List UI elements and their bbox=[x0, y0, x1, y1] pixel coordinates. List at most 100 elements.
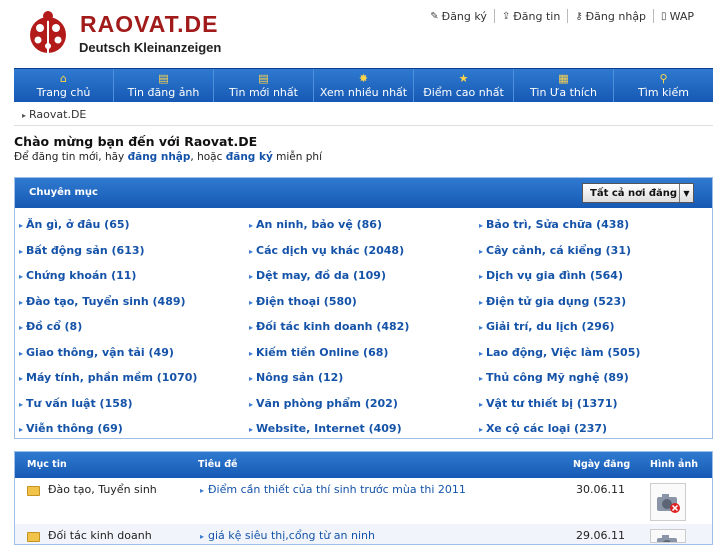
category-link[interactable]: ▸ Ăn gì, ở đâu (65) bbox=[19, 218, 249, 231]
category-row: ▸ Đồ cổ (8) ▸ Đối tác kinh doanh (482) ▸ Giải… bbox=[19, 314, 709, 340]
row-category[interactable]: Đào tạo, Tuyển sinh bbox=[48, 483, 157, 496]
register-inline-link[interactable]: đăng ký bbox=[226, 151, 273, 163]
chevron-right-icon: ▸ bbox=[22, 111, 27, 120]
category-label: Xe cộ các loại (237) bbox=[486, 422, 608, 436]
category-link[interactable]: ▸ Viễn thông (69) bbox=[19, 422, 249, 435]
category-label: Máy tính, phần mềm (1070) bbox=[26, 371, 198, 385]
category-link[interactable]: ▸ Lao động, Việc làm (505) bbox=[479, 346, 709, 359]
category-link[interactable]: ▸ Đồ cổ (8) bbox=[19, 320, 249, 333]
category-link[interactable]: ▸ Kiếm tiền Online (68) bbox=[249, 346, 479, 359]
category-label: Thủ công Mỹ nghệ (89) bbox=[486, 371, 629, 385]
table-row: Đối tác kinh doanh ▸ giá kệ siêu thị,cổng… bbox=[15, 524, 712, 544]
site-logo[interactable]: RAOVAT.DE Deutsch Kleinanzeigen bbox=[26, 8, 236, 60]
nav-top-rated[interactable]: ★ Điểm cao nhất bbox=[413, 69, 513, 102]
nav-home[interactable]: ⌂ Trang chủ bbox=[14, 69, 113, 102]
category-label: Lao động, Việc làm (505) bbox=[486, 345, 641, 359]
breadcrumb-home[interactable]: Raovat.DE bbox=[29, 108, 86, 121]
home-icon: ⌂ bbox=[60, 72, 67, 85]
category-link[interactable]: ▸ Vật tư thiết bị (1371) bbox=[479, 397, 709, 410]
category-link[interactable]: ▸ Nông sản (12) bbox=[249, 371, 479, 384]
site-header: RAOVAT.DE Deutsch Kleinanzeigen ✎ Đăng ký… bbox=[0, 0, 727, 68]
nav-label: Trang chủ bbox=[36, 86, 91, 99]
nav-favorites[interactable]: ▦ Tin Ưa thích bbox=[513, 69, 613, 102]
nav-search[interactable]: ⚲ Tìm kiếm bbox=[613, 69, 713, 102]
category-row: ▸ Ăn gì, ở đâu (65) ▸ An ninh, bảo vệ (86) ▸… bbox=[19, 212, 709, 238]
nav-label: Xem nhiều nhất bbox=[319, 86, 408, 99]
col-image: Hình ảnh bbox=[650, 459, 698, 470]
category-label: Viễn thông (69) bbox=[26, 422, 123, 436]
row-category[interactable]: Đối tác kinh doanh bbox=[48, 529, 152, 542]
category-link[interactable]: ▸ Điện tử gia dụng (523) bbox=[479, 295, 709, 308]
category-label: Văn phòng phẩm (202) bbox=[256, 396, 398, 410]
category-label: Vật tư thiết bị (1371) bbox=[486, 396, 618, 410]
category-link[interactable]: ▸ Chứng khoán (11) bbox=[19, 269, 249, 282]
row-date: 30.06.11 bbox=[576, 483, 625, 496]
phone-icon: ▯ bbox=[661, 10, 667, 22]
category-link[interactable]: ▸ Đào tạo, Tuyển sinh (489) bbox=[19, 295, 249, 308]
register-link[interactable]: ✎ Đăng ký bbox=[423, 9, 494, 23]
nav-most-viewed[interactable]: ✸ Xem nhiều nhất bbox=[313, 69, 413, 102]
nav-newest[interactable]: ▤ Tin mới nhất bbox=[213, 69, 313, 102]
category-link[interactable]: ▸ Giao thông, vận tải (49) bbox=[19, 346, 249, 359]
category-label: Đối tác kinh doanh (482) bbox=[256, 320, 410, 334]
category-row: ▸ Viễn thông (69) ▸ Website, Internet (409)… bbox=[19, 416, 709, 442]
photo-icon: ▤ bbox=[158, 72, 169, 85]
category-link[interactable]: ▸ Dịch vụ gia đình (564) bbox=[479, 269, 709, 282]
category-link[interactable]: ▸ Bất động sản (613) bbox=[19, 244, 249, 257]
category-link[interactable]: ▸ Máy tính, phần mềm (1070) bbox=[19, 371, 249, 384]
no-photo-icon[interactable] bbox=[650, 483, 686, 521]
category-link[interactable]: ▸ Đối tác kinh doanh (482) bbox=[249, 320, 479, 333]
category-label: Giao thông, vận tải (49) bbox=[26, 345, 174, 359]
category-link[interactable]: ▸ Giải trí, du lịch (296) bbox=[479, 320, 709, 333]
category-link[interactable]: ▸ Xe cộ các loại (237) bbox=[479, 422, 709, 435]
table-row: Đào tạo, Tuyển sinh ▸ Điểm cần thiết của … bbox=[15, 478, 712, 524]
chevron-right-icon: ▸ bbox=[19, 323, 24, 333]
category-heading: Chuyên mục bbox=[29, 187, 98, 198]
category-link[interactable]: ▸ Website, Internet (409) bbox=[249, 422, 479, 435]
row-title[interactable]: ▸ giá kệ siêu thị,cổng từ an ninh bbox=[200, 529, 375, 542]
chevron-right-icon: ▸ bbox=[200, 486, 205, 495]
category-link[interactable]: ▸ Tư vấn luật (158) bbox=[19, 397, 249, 410]
nav-label: Tin Ưa thích bbox=[530, 86, 597, 99]
category-link[interactable]: ▸ Dệt may, đồ da (109) bbox=[249, 269, 479, 282]
chevron-right-icon: ▸ bbox=[19, 348, 24, 358]
category-label: Điện thoại (580) bbox=[256, 294, 357, 308]
category-label: Ăn gì, ở đâu (65) bbox=[26, 218, 130, 232]
ladybug-icon bbox=[30, 11, 66, 53]
chevron-right-icon: ▸ bbox=[249, 272, 254, 282]
category-link[interactable]: ▸ Văn phòng phẩm (202) bbox=[249, 397, 479, 410]
category-link[interactable]: ▸ Điện thoại (580) bbox=[249, 295, 479, 308]
category-label: Dịch vụ gia đình (564) bbox=[486, 269, 623, 283]
category-link[interactable]: ▸ Thủ công Mỹ nghệ (89) bbox=[479, 371, 709, 384]
category-row: ▸ Đào tạo, Tuyển sinh (489) ▸ Điện thoại (5… bbox=[19, 289, 709, 315]
row-title-text: Điểm cần thiết của thí sinh trước mùa th… bbox=[208, 483, 466, 496]
category-link[interactable]: ▸ An ninh, bảo vệ (86) bbox=[249, 218, 479, 231]
nav-photo-ads[interactable]: ▤ Tin đăng ảnh bbox=[113, 69, 213, 102]
row-title[interactable]: ▸ Điểm cần thiết của thí sinh trước mùa t… bbox=[200, 483, 466, 496]
category-header: Chuyên mục Tất cả nơi đăng ▼ bbox=[15, 178, 712, 208]
chevron-right-icon: ▸ bbox=[479, 246, 484, 256]
hot-icon: ✸ bbox=[358, 72, 369, 85]
chevron-right-icon: ▸ bbox=[249, 323, 254, 333]
chevron-right-icon: ▸ bbox=[479, 323, 484, 333]
nav-label: Tin mới nhất bbox=[229, 86, 298, 99]
post-link[interactable]: ⇪ Đăng tin bbox=[493, 9, 567, 23]
camera-icon bbox=[657, 494, 680, 513]
category-link[interactable]: ▸ Các dịch vụ khác (2048) bbox=[249, 244, 479, 257]
chevron-down-icon: ▼ bbox=[679, 184, 693, 202]
col-date: Ngày đăng bbox=[573, 459, 631, 470]
category-row: ▸ Máy tính, phần mềm (1070) ▸ Nông sản (12)… bbox=[19, 365, 709, 391]
wap-link[interactable]: ▯ WAP bbox=[653, 9, 701, 23]
category-row: ▸ Giao thông, vận tải (49) ▸ Kiếm tiền Onli… bbox=[19, 340, 709, 366]
login-link[interactable]: ⚷ Đăng nhập bbox=[567, 9, 653, 23]
row-title-text: giá kệ siêu thị,cổng từ an ninh bbox=[208, 529, 375, 542]
location-select[interactable]: Tất cả nơi đăng ▼ bbox=[582, 183, 694, 203]
no-photo-icon[interactable] bbox=[650, 529, 686, 543]
category-link[interactable]: ▸ Cây cảnh, cá kiểng (31) bbox=[479, 244, 709, 257]
login-inline-link[interactable]: đăng nhập bbox=[128, 151, 191, 163]
category-link[interactable]: ▸ Bảo trì, Sửa chữa (438) bbox=[479, 218, 709, 231]
nav-label: Tìm kiếm bbox=[638, 86, 689, 99]
chevron-right-icon: ▸ bbox=[479, 297, 484, 307]
category-label: Dệt may, đồ da (109) bbox=[256, 269, 386, 283]
nav-label: Tin đăng ảnh bbox=[127, 86, 200, 99]
